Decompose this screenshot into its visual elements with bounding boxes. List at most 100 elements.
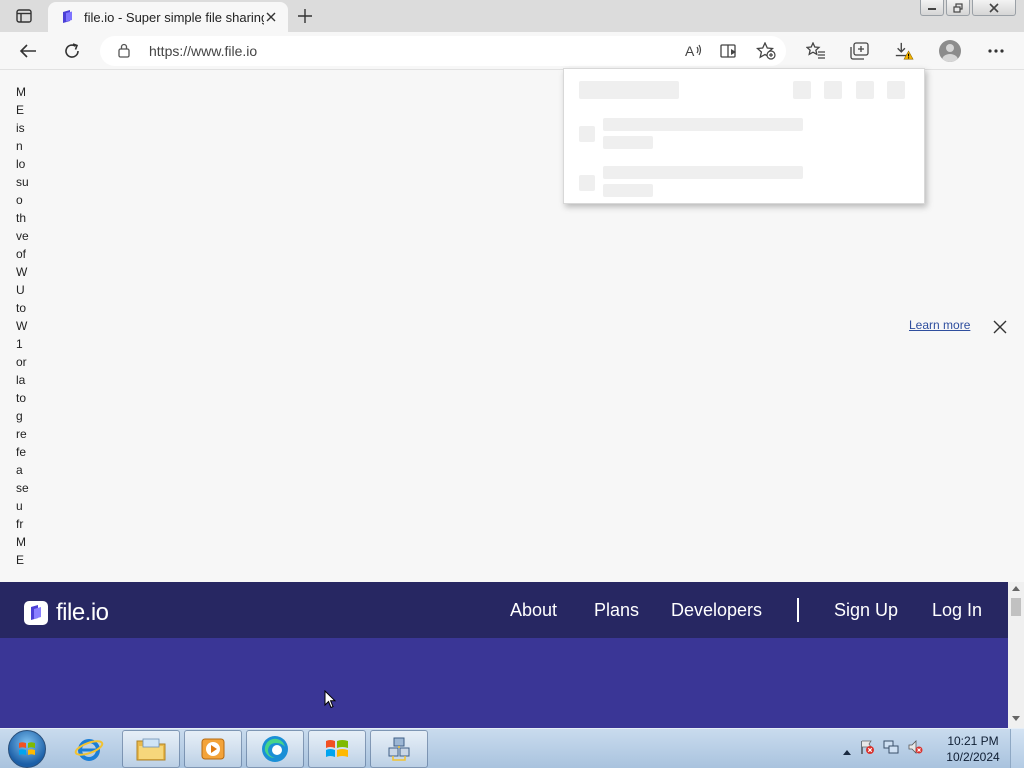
- scroll-thumb[interactable]: [1011, 598, 1021, 616]
- notice-fragment: u: [16, 499, 23, 513]
- more-options-icon[interactable]: [986, 41, 1006, 61]
- skeleton-icon: [887, 81, 905, 99]
- clock-date: 10/2/2024: [946, 750, 1000, 764]
- tray-expand-arrow-icon[interactable]: [843, 740, 851, 759]
- start-button[interactable]: [8, 730, 46, 768]
- notice-fragment: M: [16, 535, 26, 549]
- tab-close-icon[interactable]: [264, 10, 278, 24]
- favorites-icon[interactable]: [806, 41, 826, 61]
- page-scrollbar[interactable]: [1008, 582, 1024, 728]
- lock-icon[interactable]: [118, 43, 130, 62]
- file-explorer-taskbar-icon[interactable]: [122, 730, 180, 768]
- notice-fragment: n: [16, 139, 23, 153]
- learn-more-link[interactable]: Learn more: [909, 318, 970, 332]
- skeleton-file-icon: [579, 126, 595, 142]
- notice-fragment: of: [16, 247, 27, 261]
- notice-fragment: 1: [16, 337, 23, 351]
- add-favorite-icon[interactable]: [756, 41, 776, 61]
- notice-fragment: th: [16, 211, 27, 225]
- skeleton-line: [603, 136, 653, 149]
- skeleton-line: [603, 166, 803, 179]
- nav-sign-up[interactable]: Sign Up: [834, 600, 898, 621]
- refresh-icon[interactable]: [62, 41, 82, 61]
- notice-fragment: W: [16, 319, 28, 333]
- notice-fragment: su: [16, 175, 29, 189]
- notice-fragment: to: [16, 391, 27, 405]
- notice-fragment: lo: [16, 157, 26, 171]
- browser-tab-bar: file.io - Super simple file sharing: [0, 0, 1024, 32]
- edge-browser-taskbar-icon[interactable]: [246, 730, 304, 768]
- windows-app-taskbar-icon[interactable]: [308, 730, 366, 768]
- skeleton-line: [603, 184, 653, 197]
- mouse-cursor-icon: [324, 689, 337, 713]
- site-navigation: file.io About Plans Developers Sign Up L…: [0, 582, 1008, 638]
- address-bar[interactable]: https://www.file.io A: [100, 36, 786, 66]
- collections-icon[interactable]: [850, 41, 870, 61]
- scroll-down-arrow-icon[interactable]: [1012, 716, 1020, 721]
- notice-fragment: se: [16, 481, 29, 495]
- new-tab-icon[interactable]: [296, 7, 314, 25]
- taskbar-clock[interactable]: 10:21 PM 10/2/2024: [940, 733, 1006, 765]
- narrow-notice-text: M Eis n lo su o th ve of W Uto W 1 or la to g re fe a se u fr M…: [16, 83, 32, 569]
- show-desktop-button[interactable]: [1010, 729, 1024, 768]
- clock-time: 10:21 PM: [947, 734, 999, 748]
- skeleton-icon: [856, 81, 874, 99]
- immersive-reader-icon[interactable]: [719, 41, 739, 61]
- notice-fragment: la: [16, 373, 26, 387]
- nav-log-in[interactable]: Log In: [932, 600, 982, 621]
- url-text[interactable]: https://www.file.io: [149, 43, 257, 59]
- browser-toolbar: https://www.file.io A: [0, 32, 1024, 70]
- skeleton-file-icon: [579, 175, 595, 191]
- skeleton-title: [579, 81, 679, 99]
- notice-fragment: o: [16, 193, 23, 207]
- skeleton-icon: [824, 81, 842, 99]
- tab-title: file.io - Super simple file sharing: [84, 9, 264, 25]
- notice-fragment: E: [16, 553, 25, 567]
- svg-text:A: A: [685, 43, 695, 59]
- scroll-up-arrow-icon[interactable]: [1012, 586, 1020, 591]
- notice-fragment: re: [16, 427, 27, 441]
- brand-logo[interactable]: file.io: [24, 599, 109, 627]
- notice-fragment: or: [16, 355, 27, 369]
- action-center-flag-icon[interactable]: [859, 739, 875, 759]
- window-controls: [920, 0, 1016, 16]
- volume-muted-icon[interactable]: [907, 739, 923, 759]
- network-icon[interactable]: [883, 739, 899, 759]
- tab-actions-icon[interactable]: [8, 6, 40, 26]
- notice-fragment: E: [16, 103, 25, 117]
- back-arrow-icon[interactable]: [18, 41, 38, 61]
- notice-fragment: fr: [16, 517, 24, 531]
- windows-logo-icon: [19, 742, 35, 755]
- browser-tab[interactable]: file.io - Super simple file sharing: [48, 2, 288, 32]
- network-computer-taskbar-icon[interactable]: [370, 730, 428, 768]
- notice-fragment: W: [16, 265, 28, 279]
- restore-button[interactable]: [946, 0, 970, 16]
- read-aloud-icon[interactable]: A: [684, 41, 704, 61]
- notice-fragment: U: [16, 283, 25, 297]
- notice-fragment: g: [16, 409, 23, 423]
- window-close-button[interactable]: [972, 0, 1016, 16]
- file-io-logo-icon: [24, 601, 48, 625]
- notice-fragment: to: [16, 301, 27, 315]
- nav-about[interactable]: About: [510, 600, 557, 621]
- internet-explorer-taskbar-icon[interactable]: [60, 730, 118, 768]
- file-io-favicon-icon: [60, 10, 74, 24]
- nav-plans[interactable]: Plans: [594, 600, 639, 621]
- nav-divider: [797, 598, 799, 622]
- notice-fragment: is: [16, 121, 25, 135]
- dismiss-close-icon[interactable]: [992, 319, 1008, 335]
- media-player-taskbar-icon[interactable]: [184, 730, 242, 768]
- hero-section: [0, 638, 1008, 728]
- notice-fragment: a: [16, 463, 23, 477]
- minimize-button[interactable]: [920, 0, 944, 16]
- notice-fragment: ve: [16, 229, 29, 243]
- profile-avatar[interactable]: [939, 40, 961, 62]
- nav-developers[interactable]: Developers: [671, 600, 762, 621]
- skeleton-line: [603, 118, 803, 131]
- windows-taskbar: 10:21 PM 10/2/2024: [0, 728, 1024, 768]
- skeleton-icon: [793, 81, 811, 99]
- system-tray: [843, 729, 923, 768]
- notice-fragment: fe: [16, 445, 27, 459]
- downloads-warning-icon[interactable]: [894, 41, 914, 61]
- downloads-flyout: [563, 68, 925, 204]
